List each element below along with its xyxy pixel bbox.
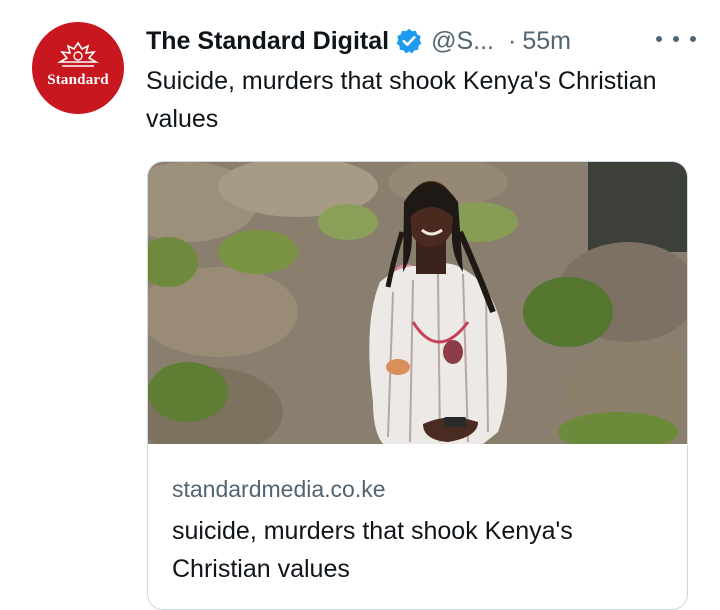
tweet-header: The Standard Digital @S... · 55m (146, 22, 680, 60)
more-options-icon[interactable] (656, 24, 696, 54)
avatar-brand-text: Standard (47, 72, 109, 88)
link-card[interactable]: standardmedia.co.ke suicide, murders tha… (147, 161, 688, 610)
verified-badge-icon (396, 28, 422, 54)
account-name[interactable]: The Standard Digital (146, 27, 389, 56)
tweet-timestamp[interactable]: 55m (522, 27, 571, 56)
more-dot (656, 36, 662, 42)
separator-dot: · (507, 26, 517, 55)
tweet-text: Suicide, murders that shook Kenya's Chri… (146, 67, 657, 133)
avatar[interactable]: Standard (32, 22, 124, 114)
card-image[interactable] (148, 162, 687, 444)
card-domain[interactable]: standardmedia.co.ke (172, 476, 386, 503)
standard-crest-icon (56, 41, 100, 67)
account-handle[interactable]: @S... (431, 27, 494, 56)
card-title[interactable]: suicide, murders that shook Kenya's Chri… (172, 512, 662, 588)
more-dot (690, 36, 696, 42)
more-dot (673, 36, 679, 42)
